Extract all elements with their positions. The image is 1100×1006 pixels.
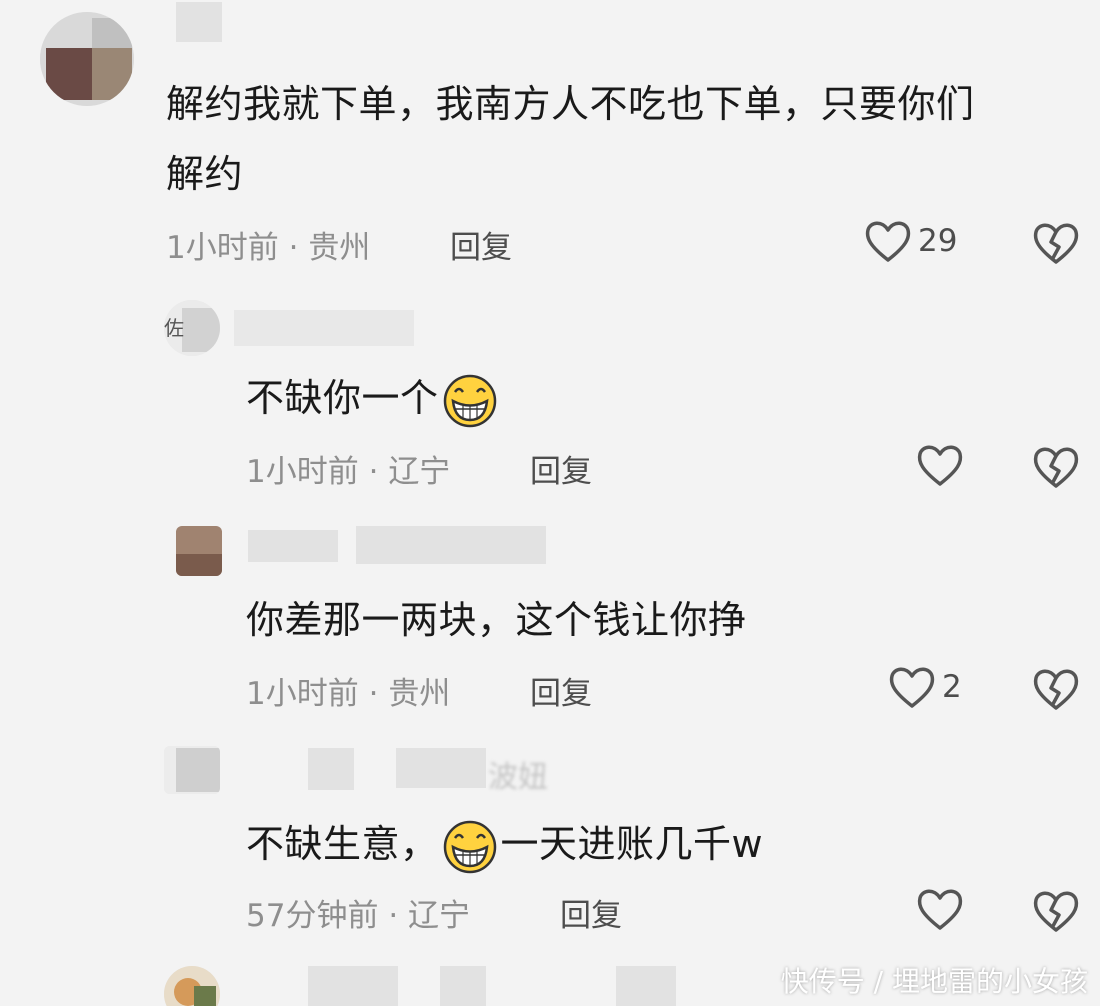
heart-icon [888, 664, 936, 710]
timestamp: 1小时前 [166, 230, 279, 266]
heart-icon [916, 442, 964, 488]
separator: · [368, 454, 379, 490]
comment-meta: 1小时前 · 辽宁 [246, 446, 450, 491]
dislike-button[interactable] [1032, 888, 1080, 934]
reply-button[interactable]: 回复 [450, 222, 512, 267]
avatar[interactable] [40, 12, 134, 106]
comment-text-continued: 解约 [166, 152, 244, 196]
comment-text: 不缺生意， 一天进账几千w [246, 812, 763, 876]
reply-button[interactable]: 回复 [560, 890, 622, 935]
broken-heart-icon [1032, 444, 1080, 490]
location: 辽宁 [388, 454, 451, 490]
like-count: 2 [942, 669, 962, 705]
comment-thread: 解约我就下单，我南方人不吃也下单，只要你们 解约 1小时前 · 贵州 回复 29… [0, 0, 1100, 1006]
location: 贵州 [308, 230, 371, 266]
comment-meta: 1小时前 · 贵州 [246, 668, 450, 713]
like-button[interactable] [916, 886, 970, 932]
avatar[interactable] [176, 526, 222, 576]
comment-meta: 1小时前 · 贵州 [166, 222, 370, 267]
like-button[interactable]: 2 [888, 664, 962, 710]
username-redacted [396, 748, 486, 788]
separator: · [388, 898, 399, 934]
broken-heart-icon [1032, 666, 1080, 712]
avatar[interactable] [164, 966, 220, 1006]
username-redacted [616, 966, 676, 1006]
dislike-button[interactable] [1032, 666, 1080, 712]
comment-text-main: 不缺你一个 [246, 376, 439, 420]
dislike-button[interactable] [1032, 444, 1080, 490]
timestamp: 57分钟前 [246, 898, 379, 934]
username-redacted [356, 526, 546, 564]
grinning-face-emoji-icon [443, 820, 497, 874]
comment-text-tail: 一天进账几千w [500, 822, 764, 866]
like-button[interactable] [916, 442, 970, 488]
username-prefix: 佐 [164, 316, 184, 340]
dislike-button[interactable] [1032, 220, 1080, 266]
comment-text-main: 不缺生意， [246, 822, 439, 866]
location: 辽宁 [408, 898, 471, 934]
username-redacted [176, 2, 222, 42]
watermark: 快传号 / 埋地雷的小女孩 [780, 965, 1088, 998]
reply-button[interactable]: 回复 [530, 446, 592, 491]
location: 贵州 [388, 676, 451, 712]
comment-text: 不缺你一个 [246, 366, 501, 430]
timestamp: 1小时前 [246, 676, 359, 712]
avatar[interactable] [164, 746, 220, 794]
grinning-face-emoji-icon [443, 374, 497, 428]
username-redacted [308, 748, 354, 790]
separator: · [288, 230, 299, 266]
username-redacted [308, 966, 398, 1006]
comment-text: 你差那一两块，这个钱让你挣 [246, 598, 747, 642]
username-suffix: 波妞 [488, 760, 548, 795]
timestamp: 1小时前 [246, 454, 359, 490]
comment-meta: 57分钟前 · 辽宁 [246, 890, 470, 935]
broken-heart-icon [1032, 220, 1080, 266]
heart-icon [864, 218, 912, 264]
username-redacted [248, 530, 338, 562]
reply-button[interactable]: 回复 [530, 668, 592, 713]
broken-heart-icon [1032, 888, 1080, 934]
username-redacted [234, 310, 414, 346]
comment-text: 解约我就下单，我南方人不吃也下单，只要你们 [166, 82, 975, 126]
separator: · [368, 676, 379, 712]
like-count: 29 [918, 223, 958, 259]
heart-icon [916, 886, 964, 932]
like-button[interactable]: 29 [864, 218, 957, 264]
username-redacted [440, 966, 486, 1006]
